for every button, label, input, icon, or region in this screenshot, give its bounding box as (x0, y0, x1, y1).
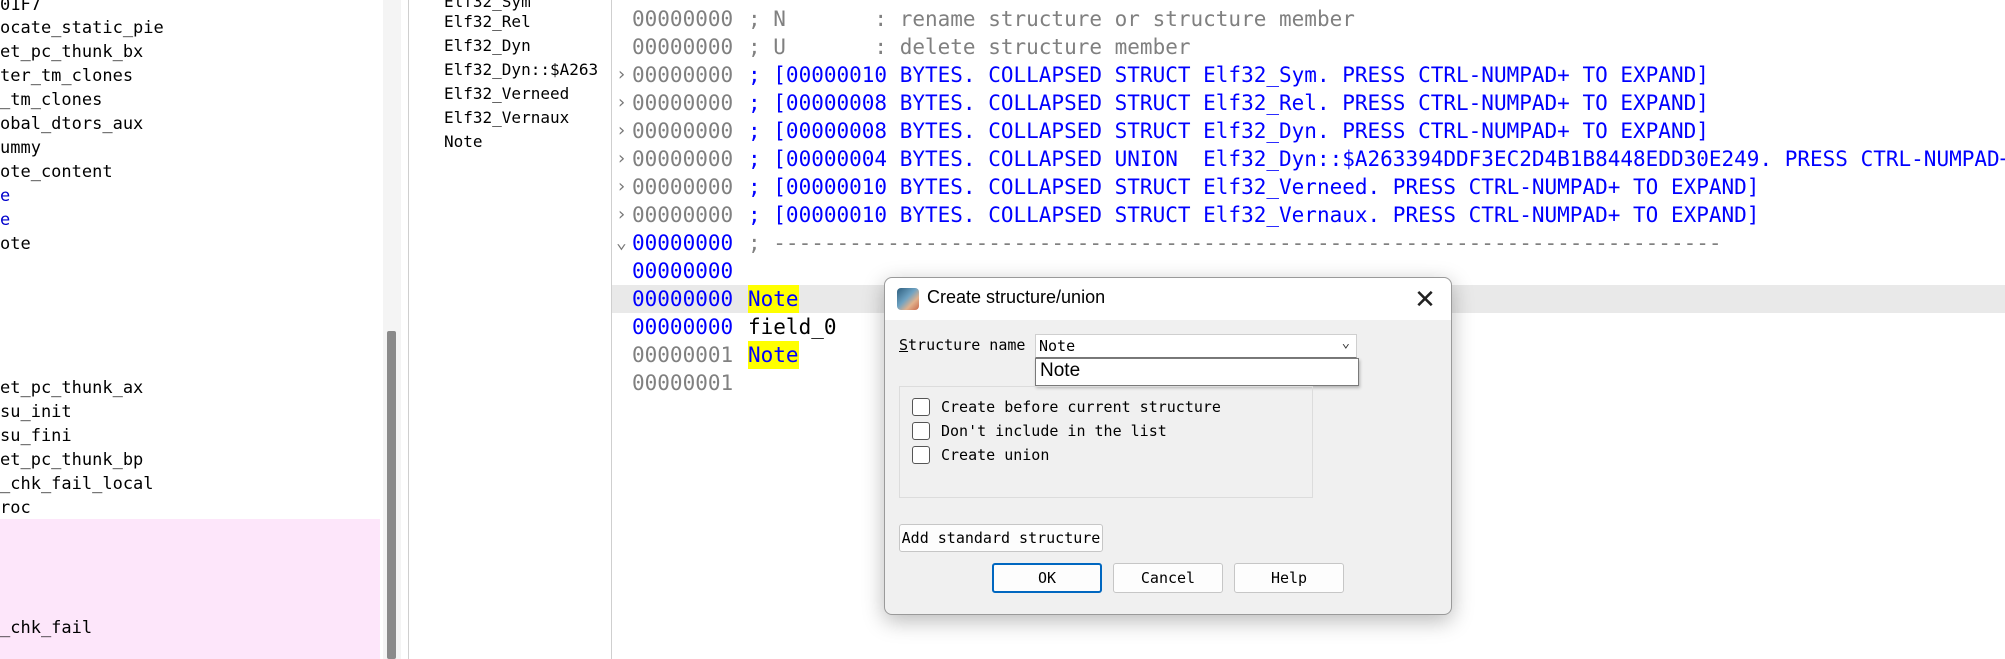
line-address: 00000001 (632, 343, 734, 367)
code-line[interactable]: › 00000000 ; [00000010 BYTES. COLLAPSED ST… (612, 201, 2005, 229)
code-line[interactable]: 00000000 ; N : rename structure or struct… (612, 5, 2005, 33)
line-text: ; --------------------------------------… (748, 231, 1722, 255)
code-line[interactable]: › 00000000 ; [00000010 BYTES. COLLAPSED ST… (612, 61, 2005, 89)
create-union-label: Create union (941, 446, 1050, 464)
line-address: 00000000 (632, 287, 734, 311)
chevron-right-icon[interactable]: › (616, 117, 630, 145)
chevron-down-icon[interactable]: ⌄ (616, 229, 630, 257)
dialog-title: Create structure/union (927, 287, 1106, 307)
options-groupbox: Create before current structure Don't in… (899, 386, 1313, 498)
structure-list-item[interactable]: Elf32_Dyn::$A263 (444, 58, 598, 82)
line-address: 00000000 (632, 259, 734, 283)
function-list-item[interactable]: _chk_fail_local (0, 472, 154, 496)
line-address: 00000000 (632, 203, 734, 227)
structure-list-item[interactable]: Elf32_Dyn (444, 34, 531, 58)
structure-list-item[interactable]: Note (444, 130, 483, 154)
chevron-right-icon[interactable]: › (616, 89, 630, 117)
function-list-item[interactable]: ote_content (0, 160, 113, 184)
line-text: ; U : delete structure member (748, 35, 1191, 59)
chevron-right-icon[interactable]: › (616, 201, 630, 229)
functions-panel: 01F7 ocate_static_pie et_pc_thunk_bx ter_tm… (0, 0, 380, 659)
cancel-button[interactable]: Cancel (1113, 563, 1223, 593)
chevron-right-icon[interactable]: › (616, 173, 630, 201)
function-list-item[interactable]: obal_dtors_aux (0, 112, 143, 136)
struct-end-label: Note (748, 341, 799, 369)
line-text: ; [00000008 BYTES. COLLAPSED STRUCT Elf3… (748, 91, 1709, 115)
code-line[interactable]: › 00000000 ; [00000008 BYTES. COLLAPSED ST… (612, 117, 2005, 145)
function-list-item[interactable]: su_init (0, 400, 72, 424)
ida-app-icon (897, 288, 919, 310)
function-list-item[interactable]: ter_tm_clones (0, 64, 133, 88)
function-list-item[interactable]: e (0, 208, 10, 232)
help-button[interactable]: Help (1234, 563, 1344, 593)
functions-scrollbar[interactable] (383, 0, 401, 659)
line-address: 00000000 (632, 315, 734, 339)
line-address: 00000000 (632, 35, 734, 59)
dropdown-option[interactable]: Note (1040, 360, 1080, 382)
dialog-titlebar: Create structure/union ✕ (885, 278, 1451, 320)
function-list-item[interactable]: et_pc_thunk_bp (0, 448, 143, 472)
structure-list-item[interactable]: Elf32_Vernaux (444, 106, 569, 130)
chevron-down-icon[interactable]: ⌄ (1342, 335, 1350, 351)
create-structure-dialog: Create structure/union ✕ Structure name … (884, 277, 1452, 615)
line-text: ; [00000010 BYTES. COLLAPSED STRUCT Elf3… (748, 203, 1760, 227)
chevron-right-icon[interactable]: › (616, 61, 630, 89)
function-list-item[interactable]: ote (0, 232, 31, 256)
code-line[interactable]: 00000000 ; U : delete structure member (612, 33, 2005, 61)
code-line[interactable]: › 00000000 ; [00000010 BYTES. COLLAPSED ST… (612, 173, 2005, 201)
structure-list-item[interactable]: Elf32_Rel (444, 10, 531, 34)
structure-name-dropdown[interactable]: Note (1035, 358, 1359, 386)
function-list-item[interactable]: ummy (0, 136, 41, 160)
add-standard-structure-button[interactable]: Add standard structure (899, 524, 1103, 552)
create-union-checkbox[interactable] (912, 446, 930, 464)
function-list-item[interactable]: _tm_clones (0, 88, 102, 112)
structure-list-item[interactable]: Elf32_Verneed (444, 82, 569, 106)
line-text: ; [00000008 BYTES. COLLAPSED STRUCT Elf3… (748, 119, 1709, 143)
line-text: ; [00000010 BYTES. COLLAPSED STRUCT Elf3… (748, 175, 1760, 199)
code-line[interactable]: › 00000000 ; [00000004 BYTES. COLLAPSED UN… (612, 145, 2005, 173)
line-address: 00000000 (632, 91, 734, 115)
function-list-item[interactable]: e (0, 184, 10, 208)
code-line[interactable]: ⌄ 00000000 ; -----------------------------… (612, 229, 2005, 257)
line-text: ; N : rename structure or structure memb… (748, 7, 1355, 31)
function-list-item[interactable]: roc (0, 496, 31, 520)
dont-include-checkbox[interactable] (912, 422, 930, 440)
dont-include-label: Don't include in the list (941, 422, 1167, 440)
function-list-item[interactable]: et_pc_thunk_ax (0, 376, 143, 400)
create-before-label: Create before current structure (941, 398, 1221, 416)
struct-name-label: Note (748, 285, 799, 313)
ok-button[interactable]: OK (992, 563, 1102, 593)
structure-name-label-text: tructure name (908, 336, 1026, 354)
structure-name-combobox[interactable]: Note ⌄ (1035, 334, 1357, 358)
line-address: 00000000 (632, 147, 734, 171)
struct-field: field_0 (748, 315, 837, 339)
line-address: 00000000 (632, 63, 734, 87)
code-line[interactable]: › 00000000 ; [00000008 BYTES. COLLAPSED ST… (612, 89, 2005, 117)
close-icon[interactable]: ✕ (1409, 284, 1441, 314)
structures-list-panel: Elf32_Sym Elf32_Rel Elf32_Dyn Elf32_Dyn::$A… (408, 0, 612, 659)
line-address: 00000000 (632, 231, 734, 255)
line-address: 00000000 (632, 7, 734, 31)
structure-name-value: Note (1039, 337, 1076, 355)
function-list-item[interactable]: ocate_static_pie (0, 16, 164, 40)
line-address: 00000000 (632, 175, 734, 199)
line-text: ; [00000004 BYTES. COLLAPSED UNION Elf32… (748, 147, 2005, 171)
line-address: 00000000 (632, 119, 734, 143)
scrollbar-thumb[interactable] (387, 331, 396, 659)
function-list-item[interactable]: 01F7 (0, 0, 41, 17)
chevron-right-icon[interactable]: › (616, 145, 630, 173)
function-list-item[interactable]: et_pc_thunk_bx (0, 40, 143, 64)
function-list-item[interactable]: _chk_fail (0, 616, 92, 640)
structure-name-label-accel: S (899, 336, 909, 354)
line-address: 00000001 (632, 371, 734, 395)
function-list-item[interactable]: su_fini (0, 424, 72, 448)
line-text: ; [00000010 BYTES. COLLAPSED STRUCT Elf3… (748, 63, 1709, 87)
create-before-checkbox[interactable] (912, 398, 930, 416)
structure-name-label: Structure name (899, 336, 1025, 354)
